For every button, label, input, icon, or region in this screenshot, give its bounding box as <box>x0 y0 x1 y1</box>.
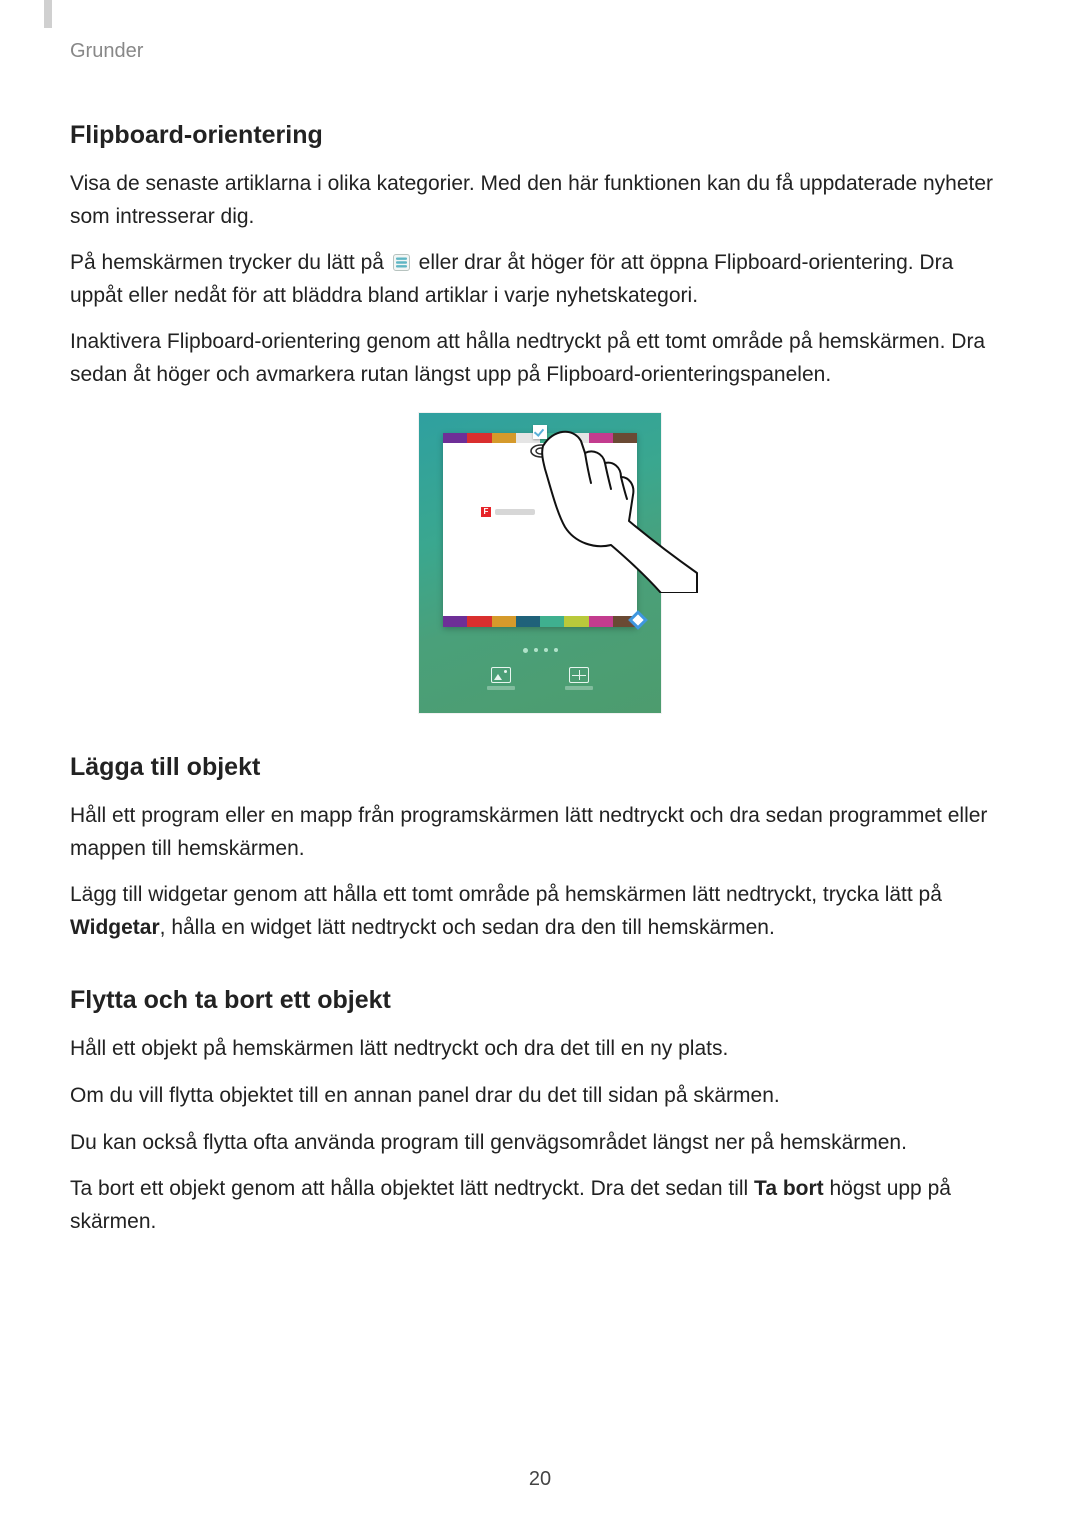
add-paragraph-2: Lägg till widgetar genom att hålla ett t… <box>70 879 1010 944</box>
color-segment <box>467 433 491 443</box>
color-segment <box>613 433 637 443</box>
homescreen-edit-figure: F <box>419 413 661 713</box>
text-run: Lägg till widgetar genom att hålla ett t… <box>70 883 942 906</box>
text-run: Ta bort ett objekt genom att hålla objek… <box>70 1177 754 1200</box>
color-segment <box>564 616 588 627</box>
dot <box>544 648 548 652</box>
section-heading-move: Flytta och ta bort ett objekt <box>70 986 1010 1015</box>
ta-bort-bold: Ta bort <box>754 1177 824 1200</box>
color-segment <box>589 433 613 443</box>
color-segment <box>443 616 467 627</box>
move-paragraph-3: Du kan också flytta ofta använda program… <box>70 1127 1010 1160</box>
figure-wrapper: F <box>70 413 1010 713</box>
color-segment <box>492 433 516 443</box>
chapter-label: Grunder <box>70 40 1010 63</box>
widgetar-bold: Widgetar <box>70 916 160 939</box>
add-paragraph-1: Håll ett program eller en mapp från prog… <box>70 800 1010 865</box>
dot <box>534 648 538 652</box>
move-paragraph-4: Ta bort ett objekt genom att hålla objek… <box>70 1173 1010 1238</box>
panel-checkbox-icon <box>533 425 547 439</box>
wallpaper-button-icon <box>487 667 515 690</box>
page-number: 20 <box>0 1468 1080 1491</box>
flipboard-paragraph-1: Visa de senaste artiklarna i olika kateg… <box>70 168 1010 233</box>
color-segment <box>589 616 613 627</box>
color-segment <box>516 616 540 627</box>
text-run: På hemskärmen trycker du lätt på <box>70 251 390 274</box>
color-strip-bottom <box>443 616 637 627</box>
briefing-text-placeholder <box>495 509 535 515</box>
widgets-button-icon <box>565 667 593 690</box>
flipboard-paragraph-3: Inaktivera Flipboard-orientering genom a… <box>70 326 1010 391</box>
section-heading-add: Lägga till objekt <box>70 753 1010 782</box>
color-segment <box>443 433 467 443</box>
color-segment <box>564 433 588 443</box>
flipboard-f-icon: F <box>481 507 491 517</box>
editor-bottom-bar <box>419 659 661 713</box>
header-margin-stub <box>44 0 52 28</box>
flipboard-paragraph-2: På hemskärmen trycker du lätt på eller d… <box>70 247 1010 312</box>
homescreen-panels-icon <box>393 254 410 271</box>
section-heading-flipboard: Flipboard-orientering <box>70 121 1010 150</box>
color-segment <box>492 616 516 627</box>
text-run: , hålla en widget lätt nedtryckt och sed… <box>160 916 775 939</box>
move-paragraph-2: Om du vill flytta objektet till en annan… <box>70 1080 1010 1113</box>
flipboard-panel-thumbnail: F <box>443 433 637 627</box>
color-segment <box>467 616 491 627</box>
page-indicator-dots <box>419 643 661 657</box>
dot <box>523 648 528 653</box>
color-segment <box>540 616 564 627</box>
briefing-tag: F <box>481 507 535 517</box>
dot <box>554 648 558 652</box>
move-paragraph-1: Håll ett objekt på hemskärmen lätt nedtr… <box>70 1033 1010 1066</box>
